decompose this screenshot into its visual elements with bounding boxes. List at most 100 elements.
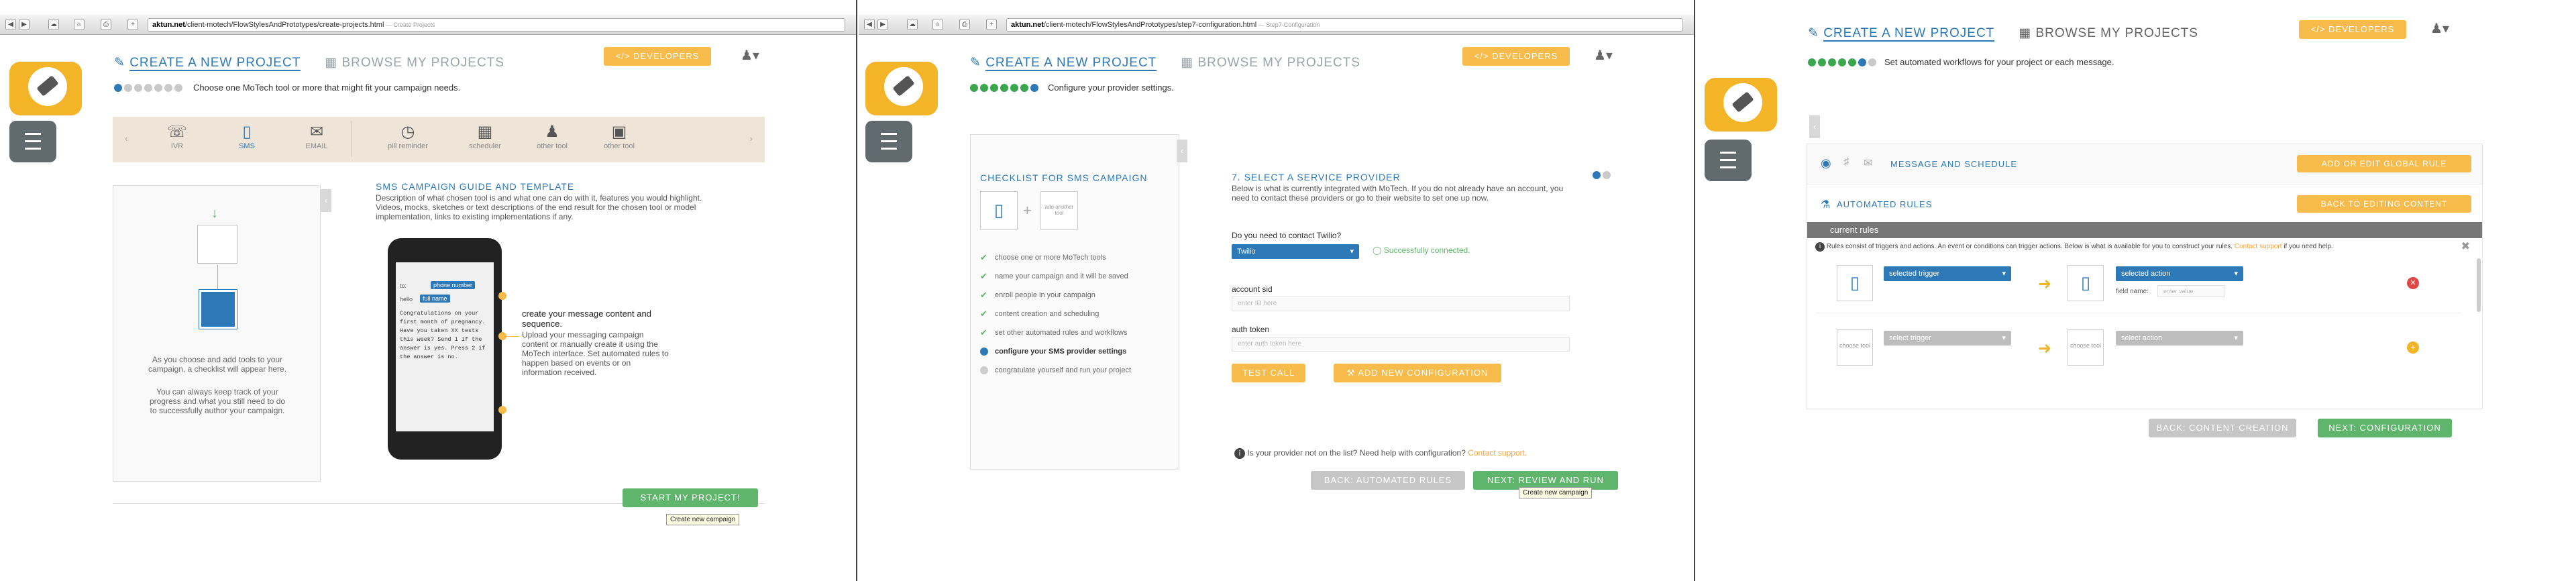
collapse-checklist-button[interactable]: ‹ (321, 189, 331, 212)
callout-line (502, 336, 519, 337)
tool-other-1[interactable]: ♟ other tool (529, 122, 576, 150)
url-path: /client-motech/FlowStylesAndPrototypes/c… (184, 21, 384, 29)
page-subtitle: Configure your provider settings. (1048, 83, 1174, 93)
chevron-left-icon[interactable]: ‹ (125, 133, 128, 144)
next-configuration-button[interactable]: NEXT: CONFIGURATION (2318, 419, 2452, 437)
back-editing-button[interactable]: BACK TO EDITING CONTENT (2297, 195, 2471, 213)
trigger-select[interactable]: select trigger (1884, 331, 2011, 346)
user-menu-icon[interactable]: ♟▾ (1594, 47, 1621, 66)
icloud-button[interactable]: ☁ (907, 19, 918, 30)
automated-rules-label[interactable]: AUTOMATED RULES (1837, 199, 1932, 209)
hotspot-dot[interactable] (498, 292, 506, 300)
add-another-tool[interactable]: add another tool (1040, 191, 1078, 230)
add-global-rule-button[interactable]: ADD OR EDIT GLOBAL RULE (2297, 155, 2471, 172)
home-button[interactable]: ⌂ (932, 19, 943, 30)
step-text: Below is what is currently integrated wi… (1232, 184, 1564, 203)
page-subtitle: Set automated workflows for your project… (1884, 57, 2114, 67)
list-toggle-button[interactable] (9, 121, 56, 162)
contact-support-link[interactable]: Contact support. (1468, 448, 1527, 458)
action-select[interactable]: selected action (2116, 266, 2243, 281)
developers-button[interactable]: </> DEVELOPERS (1462, 47, 1570, 66)
tab-create-project[interactable]: CREATE A NEW PROJECT (1823, 26, 1994, 42)
add-configuration-label: ADD NEW CONFIGURATION (1358, 368, 1489, 378)
add-rule-icon[interactable]: + (2407, 341, 2419, 354)
share-button[interactable]: ⎙ (101, 19, 111, 30)
list-toggle-button[interactable] (865, 121, 912, 162)
tab-create-project[interactable]: CREATE A NEW PROJECT (129, 56, 301, 71)
plus-icon: + (1023, 202, 1032, 219)
test-call-button[interactable]: TEST CALL (1232, 364, 1305, 382)
close-icon[interactable]: ✖ (2461, 240, 2470, 253)
share-button[interactable]: ⎙ (959, 19, 970, 30)
address-bar[interactable]: aktun.net/client-motech/FlowStylesAndPro… (1006, 18, 1683, 32)
expand-checklist-button[interactable]: ‹ (1809, 115, 1820, 138)
tool-pill-reminder[interactable]: ◷ pill reminder (381, 122, 435, 150)
user-menu-icon[interactable]: ♟▾ (741, 47, 767, 66)
rules-info-text: Rules consist of triggers and actions. A… (1826, 243, 2233, 250)
rules-list: ▯ selected trigger ➜ ▯ selected action f… (1807, 257, 2482, 407)
account-sid-input[interactable]: enter ID here (1232, 297, 1570, 311)
back-content-creation-button[interactable]: BACK: CONTENT CREATION (2149, 419, 2296, 437)
help-line: i Is your provider not on the list? Need… (1234, 448, 1527, 459)
url-title: — Step7-Configuration (1256, 21, 1320, 28)
choose-tool-slot[interactable]: choose tool (2068, 329, 2104, 366)
icloud-button[interactable]: ☁ (48, 19, 59, 30)
rules-container: ◉ ♯ ✉ MESSAGE AND SCHEDULE ADD OR EDIT G… (1807, 144, 2483, 409)
arrow-right-icon: ➜ (2038, 275, 2052, 293)
checklist-placeholder: ↓ As you choose and add tools to your ca… (113, 185, 321, 482)
rules-info-text-2: if you need help. (2284, 243, 2333, 250)
tab-browse-projects[interactable]: BROWSE MY PROJECTS (341, 56, 504, 70)
phone-mockup: to: phone number hello full name Congrat… (388, 238, 506, 460)
wrench-icon: ⚒ (1346, 368, 1358, 378)
home-button[interactable]: ⌂ (74, 19, 85, 30)
phone-volume-icon: ☏ (166, 123, 187, 141)
tool-other-2[interactable]: ▣ other tool (596, 122, 643, 150)
message-schedule-label[interactable]: MESSAGE AND SCHEDULE (1890, 159, 2017, 169)
auth-token-input[interactable]: enter auth token here (1232, 337, 1570, 352)
envelope-icon: ✉ (1864, 158, 1873, 169)
new-tab-button[interactable]: + (986, 19, 997, 30)
developers-button[interactable]: </> DEVELOPERS (2299, 20, 2406, 39)
collapse-checklist-button[interactable]: ‹ (1177, 140, 1187, 162)
user-menu-icon[interactable]: ♟▾ (2430, 20, 2457, 39)
checklist-item: enroll people in your campaign (980, 290, 1175, 309)
add-configuration-button[interactable]: ⚒ ADD NEW CONFIGURATION (1334, 364, 1501, 382)
tab-browse-projects[interactable]: BROWSE MY PROJECTS (1197, 56, 1360, 70)
back-button[interactable]: ◀ (5, 19, 16, 30)
check-circle-icon: ◯ (1373, 246, 1382, 255)
field-value-input[interactable]: enter value (2157, 285, 2224, 297)
contact-support-link[interactable]: Contact support (2235, 243, 2282, 250)
url-host: aktun.net (152, 21, 185, 29)
callout-text: Upload your messaging campaign content o… (522, 330, 669, 377)
sms-icon: ▯ (980, 191, 1018, 230)
tool-ivr[interactable]: ☏ IVR (157, 122, 197, 150)
tab-browse-projects[interactable]: BROWSE MY PROJECTS (2035, 26, 2198, 40)
back-button[interactable]: ◀ (864, 19, 875, 30)
choose-tool-slot[interactable]: choose tool (1837, 329, 1873, 366)
tool-email[interactable]: ✉ EMAIL (297, 122, 337, 150)
tool-label: SMS (239, 142, 255, 150)
provider-select[interactable]: Twilio (1232, 244, 1359, 259)
checklist-panel: CHECKLIST FOR SMS CAMPAIGN ▯ + add anoth… (970, 134, 1179, 470)
back-automated-rules-button[interactable]: BACK: AUTOMATED RULES (1311, 471, 1465, 490)
trigger-select[interactable]: selected trigger (1884, 266, 2011, 281)
checklist-item: name your campaign and it will be saved (980, 271, 1175, 290)
motech-logo (865, 62, 938, 115)
scrollbar[interactable] (2477, 258, 2481, 312)
tab-create-project[interactable]: CREATE A NEW PROJECT (985, 56, 1157, 71)
forward-button[interactable]: ▶ (19, 19, 30, 30)
tool-selector: ‹ ☏ IVR ▯ SMS ✉ EMAIL ◷ pill reminder ▦ sched… (113, 117, 765, 162)
list-toggle-button[interactable] (1705, 140, 1752, 181)
new-tab-button[interactable]: + (127, 19, 138, 30)
address-bar[interactable]: aktun.net/client-motech/FlowStylesAndPro… (148, 18, 845, 32)
forward-button[interactable]: ▶ (877, 19, 888, 30)
chevron-right-icon[interactable]: › (749, 133, 753, 144)
action-select[interactable]: select action (2116, 331, 2243, 346)
tool-scheduler[interactable]: ▦ scheduler (462, 122, 508, 150)
tool-sms[interactable]: ▯ SMS (227, 122, 267, 150)
remove-rule-icon[interactable]: ✕ (2407, 277, 2419, 289)
start-project-button[interactable]: START MY PROJECT! (623, 488, 758, 507)
hotspot-dot[interactable] (498, 406, 506, 414)
developers-button[interactable]: </> DEVELOPERS (604, 47, 711, 66)
step-title: 7. SELECT A SERVICE PROVIDER (1232, 172, 1401, 182)
